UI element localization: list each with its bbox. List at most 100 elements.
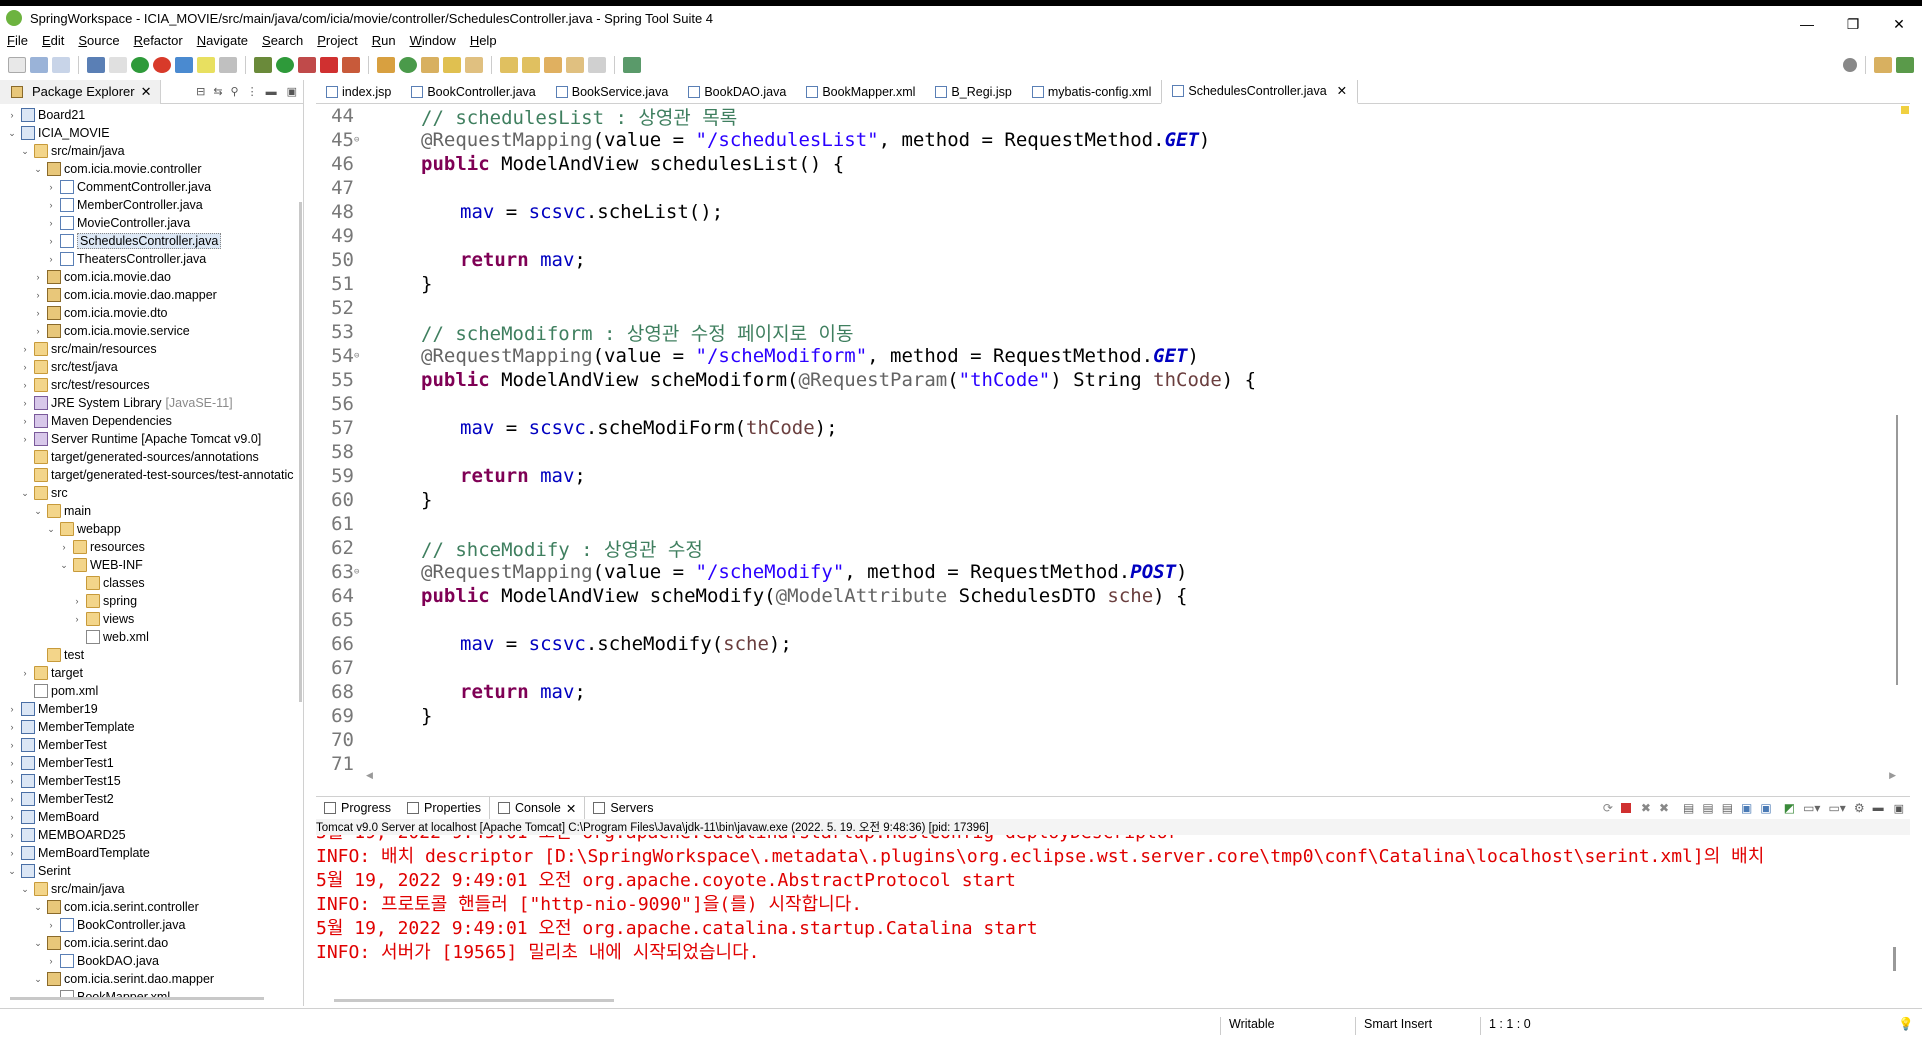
tab-console[interactable]: Console ✕ [489, 797, 586, 819]
link-with-editor-icon[interactable]: ⇆ [213, 85, 222, 98]
tree-item[interactable]: › CommentController.java [0, 178, 303, 196]
tree-item[interactable]: › src/main/resources [0, 340, 303, 358]
tree-item[interactable]: ⌄ src/main/java [0, 142, 303, 160]
display-selected-console-icon[interactable]: ▭▾ [1803, 801, 1820, 815]
last-edit-icon[interactable] [544, 57, 562, 73]
minimize-view-icon[interactable]: ▬ [1873, 802, 1884, 814]
expanded-arrow-icon[interactable]: ⌄ [58, 560, 70, 571]
code-line[interactable]: 45 ⊖ @RequestMapping(value = "/schedulesLi… [316, 128, 1896, 152]
relaunch-icon[interactable] [153, 57, 171, 73]
expanded-arrow-icon[interactable]: ⌄ [19, 488, 31, 499]
collapsed-arrow-icon[interactable]: › [45, 182, 57, 192]
collapsed-arrow-icon[interactable]: › [45, 956, 57, 966]
tree-item[interactable]: test [0, 646, 303, 664]
collapsed-arrow-icon[interactable]: › [45, 218, 57, 228]
collapsed-arrow-icon[interactable]: › [19, 344, 31, 354]
editor-tab[interactable]: BookMapper.xml [796, 80, 925, 104]
code-area[interactable]: 44// schedulesList : 상영관 목록 45 ⊖ @RequestMa… [316, 104, 1896, 774]
collapsed-arrow-icon[interactable]: › [19, 416, 31, 426]
tree-vertical-scrollbar[interactable] [299, 202, 302, 702]
pin-console-icon[interactable]: ⟳ [1603, 801, 1613, 815]
new-package-icon[interactable] [377, 57, 395, 73]
tree-item[interactable]: › com.icia.movie.dao.mapper [0, 286, 303, 304]
code-line[interactable]: 49 [316, 224, 1896, 248]
code-line[interactable]: 50 return mav; [316, 248, 1896, 272]
tree-item[interactable]: › resources [0, 538, 303, 556]
collapsed-arrow-icon[interactable]: › [32, 290, 44, 300]
tree-item[interactable]: ⌄ com.icia.serint.dao [0, 934, 303, 952]
code-line[interactable]: 60} [316, 488, 1896, 512]
tree-item[interactable]: › views [0, 610, 303, 628]
fold-icon[interactable]: ⊖ [354, 351, 362, 361]
tree-item[interactable]: ⌄ webapp [0, 520, 303, 538]
editor-tab[interactable]: SchedulesController.java ✕ [1161, 79, 1359, 104]
collapsed-arrow-icon[interactable]: › [71, 596, 83, 606]
close-button[interactable]: ✕ [1876, 12, 1922, 36]
status-insert-mode[interactable]: Smart Insert [1355, 1017, 1432, 1035]
menu-window[interactable]: Window [403, 33, 463, 48]
tree-item[interactable]: › MemberTemplate [0, 718, 303, 736]
tree-item[interactable]: › MEMBOARD25 [0, 826, 303, 844]
pin-editor-icon[interactable] [623, 57, 641, 73]
tree-item[interactable]: › TheatersController.java [0, 250, 303, 268]
tree-item[interactable]: › src/test/resources [0, 376, 303, 394]
code-line[interactable]: 68 return mav; [316, 680, 1896, 704]
tree-item[interactable]: web.xml [0, 628, 303, 646]
tree-item[interactable]: › com.icia.movie.dto [0, 304, 303, 322]
tree-item[interactable]: › spring [0, 592, 303, 610]
code-line[interactable]: 58 [316, 440, 1896, 464]
search-icon[interactable] [443, 57, 461, 73]
collapsed-arrow-icon[interactable]: › [71, 614, 83, 624]
pin-icon[interactable]: ◩ [1784, 801, 1795, 815]
scroll-lock-icon[interactable]: ▤ [1702, 801, 1713, 815]
coverage-icon[interactable] [298, 57, 316, 73]
expanded-arrow-icon[interactable]: ⌄ [32, 902, 44, 913]
tab-properties[interactable]: Properties [399, 797, 489, 819]
forward-icon[interactable] [588, 57, 606, 73]
filter-icon[interactable]: ⚲ [231, 85, 239, 98]
tree-item[interactable]: ⌄ ICIA_MOVIE [0, 124, 303, 142]
menu-refactor[interactable]: Refactor [127, 33, 190, 48]
code-line[interactable]: 66 mav = scsvc.scheModify(sche); [316, 632, 1896, 656]
collapsed-arrow-icon[interactable]: › [6, 722, 18, 732]
menu-navigate[interactable]: Navigate [190, 33, 255, 48]
expanded-arrow-icon[interactable]: ⌄ [19, 884, 31, 895]
tree-item[interactable]: › MemberTest2 [0, 790, 303, 808]
tree-item[interactable]: ⌄ main [0, 502, 303, 520]
code-line[interactable]: 69} [316, 704, 1896, 728]
collapse-all-icon[interactable]: ⊟ [196, 85, 205, 98]
tree-item[interactable]: ⌄ Serint [0, 862, 303, 880]
maximize-view-icon[interactable]: ▣ [287, 85, 297, 98]
code-line[interactable]: 52 [316, 296, 1896, 320]
editor-tab[interactable]: mybatis-config.xml [1022, 80, 1162, 104]
collapsed-arrow-icon[interactable]: › [19, 380, 31, 390]
scroll-left-icon[interactable]: ◀ [366, 770, 373, 780]
collapsed-arrow-icon[interactable]: › [6, 848, 18, 858]
toggle-icon[interactable] [219, 57, 237, 73]
collapsed-arrow-icon[interactable]: › [6, 812, 18, 822]
save-icon[interactable] [30, 57, 48, 73]
code-line[interactable]: 63 ⊖ @RequestMapping(value = "/scheModify"… [316, 560, 1896, 584]
menu-search[interactable]: Search [255, 33, 310, 48]
collapsed-arrow-icon[interactable]: › [6, 110, 18, 120]
terminal-icon[interactable] [87, 57, 105, 73]
collapsed-arrow-icon[interactable]: › [45, 920, 57, 930]
tree-item[interactable]: › Server Runtime [Apache Tomcat v9.0] [0, 430, 303, 448]
code-line[interactable]: 55 public ModelAndView scheModiform(@Requ… [316, 368, 1896, 392]
collapsed-arrow-icon[interactable]: › [32, 272, 44, 282]
tree-item[interactable]: › MemberTest15 [0, 772, 303, 790]
maximize-button[interactable]: ❐ [1830, 12, 1876, 36]
open-perspective-icon[interactable] [1874, 57, 1892, 73]
close-tab-icon[interactable]: ✕ [1337, 83, 1347, 98]
tree-item[interactable]: pom.xml [0, 682, 303, 700]
code-line[interactable]: 46 public ModelAndView schedulesList() { [316, 152, 1896, 176]
tree-item[interactable]: › MemBoard [0, 808, 303, 826]
expanded-arrow-icon[interactable]: ⌄ [19, 146, 31, 157]
clear-console-icon[interactable]: ▤ [1683, 801, 1694, 815]
remove-all-launches-icon[interactable]: ✖ [1659, 801, 1669, 815]
tree-item[interactable]: ⌄ src [0, 484, 303, 502]
tree-item[interactable]: ⌄ src/main/java [0, 880, 303, 898]
collapsed-arrow-icon[interactable]: › [32, 326, 44, 336]
tree-horizontal-scrollbar[interactable] [10, 997, 264, 1000]
code-line[interactable]: 44 // schedulesList : 상영관 목록 [316, 104, 1896, 129]
